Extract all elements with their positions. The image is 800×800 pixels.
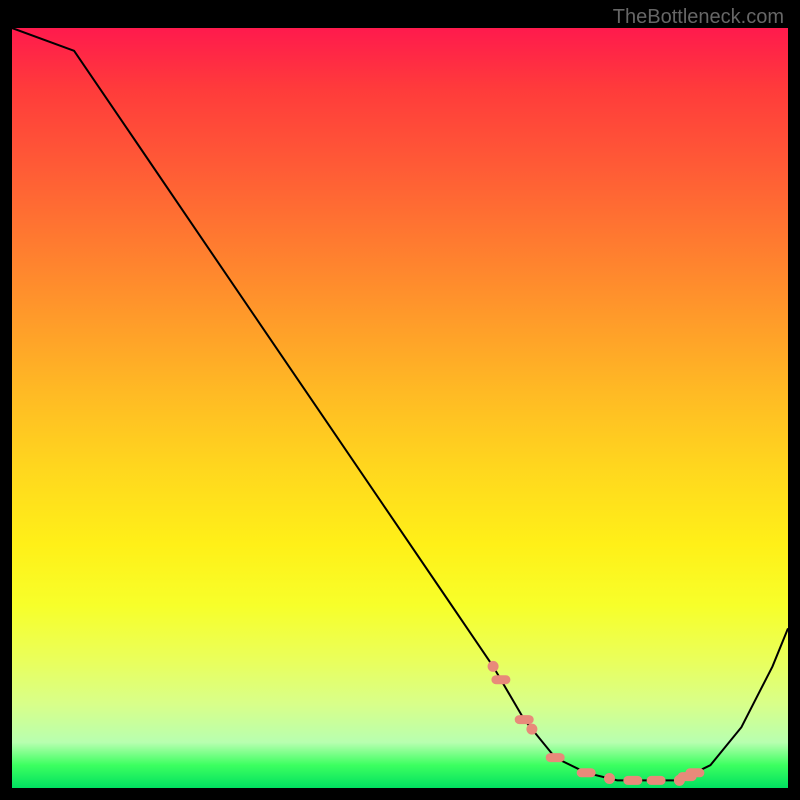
marker-capsule [624,776,642,784]
marker-capsule [492,676,510,684]
curve-path [12,28,788,780]
marker-capsule [686,769,704,777]
marker-dot [527,724,537,734]
chart-svg [12,28,788,788]
marker-group [488,661,704,785]
marker-dot [605,774,615,784]
marker-capsule [546,754,564,762]
marker-dot [488,661,498,671]
marker-capsule [647,776,665,784]
watermark-text: TheBottleneck.com [613,6,784,29]
plot-area [12,28,788,788]
marker-capsule [577,769,595,777]
marker-capsule [515,716,533,724]
